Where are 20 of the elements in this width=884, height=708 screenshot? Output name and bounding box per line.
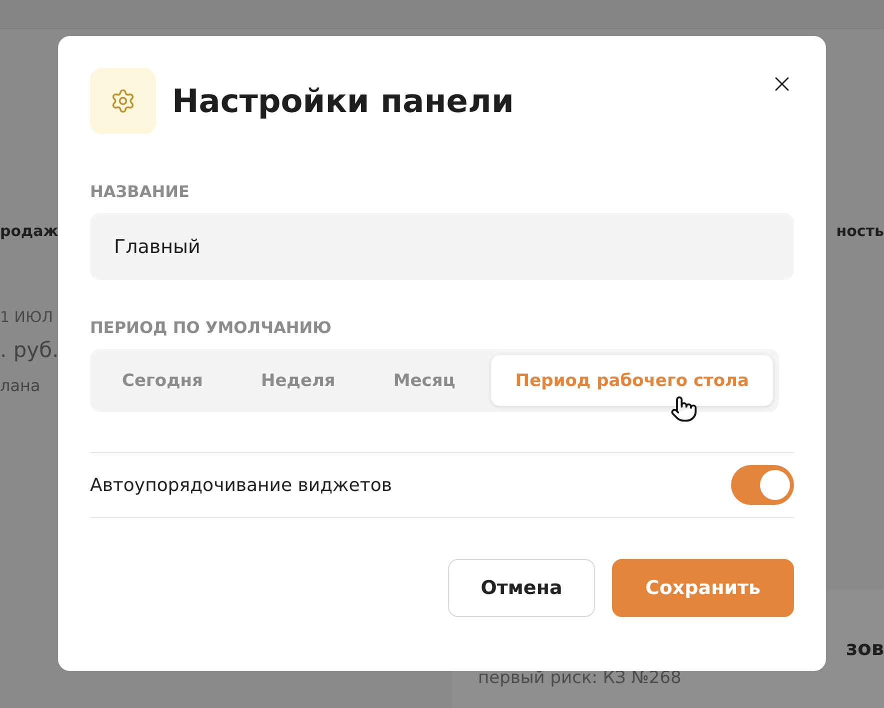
column-heading: родаж (0, 222, 58, 240)
gear-icon (90, 68, 156, 134)
amount-text: . руб. (0, 338, 59, 362)
period-tab[interactable]: Месяц (371, 355, 478, 406)
field-label: НАЗВАНИЕ (90, 182, 190, 201)
dialog-title: Настройки панели (172, 82, 515, 120)
name-field[interactable]: Главный (90, 213, 794, 280)
period-tab[interactable]: Неделя (238, 355, 358, 406)
field-label: ПЕРИОД ПО УМОЛЧАНИЮ (90, 318, 332, 337)
card-subtitle: первый риск: КЗ №268 (478, 668, 682, 688)
toggle-switch[interactable] (731, 465, 794, 505)
date-text: 1 ИЮЛ (0, 308, 54, 326)
period-tab[interactable]: Период рабочего стола (491, 355, 773, 406)
column-heading: ность (836, 222, 884, 240)
cancel-button[interactable]: Отмена (448, 559, 595, 617)
save-button[interactable]: Сохранить (612, 559, 794, 617)
caption-text: лана (0, 376, 40, 395)
period-tab[interactable]: Сегодня (100, 355, 225, 406)
card-title: зов (846, 636, 884, 660)
toggle-label: Автоупорядочивание виджетов (90, 474, 392, 496)
